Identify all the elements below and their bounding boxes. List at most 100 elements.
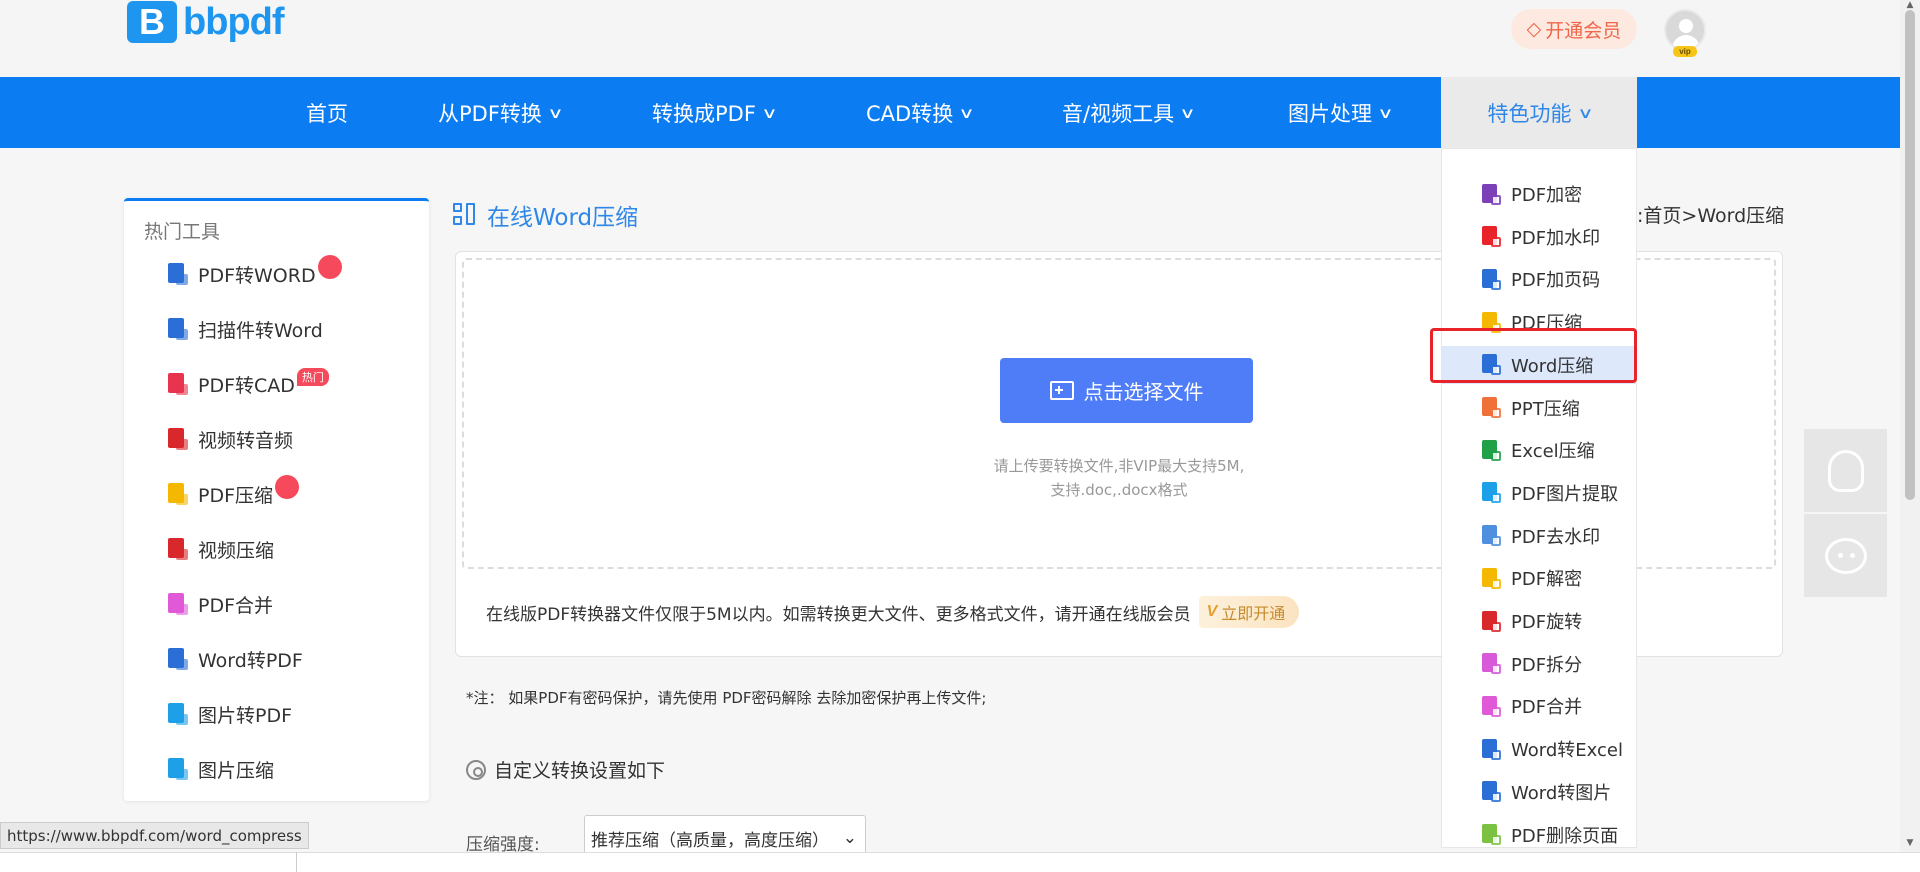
dropdown-item-9[interactable]: PDF解密: [1442, 559, 1636, 597]
file-type-icon: [1482, 610, 1501, 632]
nav-item-2[interactable]: 转换成PDF ∨: [652, 77, 778, 148]
hot-badge: 热门: [296, 368, 329, 386]
fire-icon: [317, 255, 342, 279]
file-type-icon: [1482, 183, 1501, 205]
bottom-strip: [0, 852, 1920, 872]
fire-icon: [275, 475, 300, 499]
settings-header: 自定义转换设置如下: [466, 756, 665, 783]
top-bar: B bbpdf ◇ 开通会员 vip: [0, 0, 1900, 77]
chevron-down-icon: ∨: [1179, 103, 1196, 122]
file-type-icon: [1482, 268, 1501, 290]
dropdown-item-14[interactable]: Word转图片: [1442, 773, 1636, 811]
size-limit-note: 在线版PDF转换器文件仅限于5M以内。如需转换更大文件、更多格式文件，请开通在线…: [486, 596, 1300, 628]
sidebar-item-8[interactable]: 图片转PDF: [168, 699, 292, 729]
open-now-button[interactable]: V 立即开通: [1198, 596, 1300, 628]
file-type-icon: [1482, 525, 1501, 547]
file-type-icon: [1482, 738, 1501, 760]
file-type-icon: [1482, 653, 1501, 675]
dropdown-item-1[interactable]: PDF加水印: [1442, 218, 1636, 256]
sidebar-title: 热门工具: [144, 221, 221, 243]
chevron-down-icon: ∨: [547, 103, 564, 122]
vip-badge: vip: [1673, 46, 1697, 57]
vip-icon: V: [1206, 603, 1218, 620]
gear-icon: [466, 759, 486, 780]
image-to-pdf-icon: [168, 703, 188, 725]
select-file-button[interactable]: 点击选择文件: [1000, 358, 1253, 423]
highlight-box: [1430, 328, 1637, 383]
file-type-icon: [1482, 824, 1501, 845]
sidebar-item-6[interactable]: PDF合并: [168, 589, 273, 619]
status-url: https://www.bbpdf.com/word_compress: [0, 822, 309, 849]
video-to-audio-icon: [168, 428, 188, 450]
chat-contact-button[interactable]: [1804, 514, 1887, 597]
scan-to-word-icon: [168, 318, 188, 340]
nav-item-0[interactable]: 首页: [306, 77, 348, 148]
sidebar-item-7[interactable]: Word转PDF: [168, 644, 303, 674]
folder-upload-icon: [1049, 381, 1074, 400]
dropdown-item-0[interactable]: PDF加密: [1442, 175, 1636, 213]
bottom-divider: [296, 852, 297, 872]
dropdown-item-5[interactable]: PPT压缩: [1442, 389, 1636, 427]
sidebar-item-5[interactable]: 视频压缩: [168, 534, 274, 564]
sidebar-item-3[interactable]: 视频转音频: [168, 424, 293, 454]
logo-text: bbpdf: [183, 0, 285, 43]
pdf-to-cad-icon: [168, 373, 188, 395]
chevron-down-icon: ∨: [761, 103, 778, 122]
video-compress-icon: [168, 538, 188, 560]
file-type-icon: [1482, 226, 1501, 248]
dropdown-item-2[interactable]: PDF加页码: [1442, 260, 1636, 298]
logo-mark: B: [127, 1, 177, 43]
chevron-down-icon: ∨: [1576, 103, 1594, 122]
dropdown-item-13[interactable]: Word转Excel: [1442, 730, 1636, 768]
sidebar-item-2[interactable]: PDF转CAD 热门: [168, 368, 329, 399]
dropdown-item-6[interactable]: Excel压缩: [1442, 431, 1636, 469]
chevron-down-icon: ∨: [1377, 103, 1394, 122]
page-scrollbar[interactable]: ▲ ▼: [1900, 0, 1920, 852]
dropdown-item-10[interactable]: PDF旋转: [1442, 602, 1636, 640]
wechat-icon: [1824, 537, 1867, 574]
diamond-icon: ◇: [1526, 18, 1542, 40]
scroll-thumb[interactable]: [1905, 10, 1915, 500]
sidebar-item-4[interactable]: PDF压缩: [168, 475, 300, 509]
nav-item-1[interactable]: 从PDF转换 ∨: [438, 77, 564, 148]
dropdown-item-12[interactable]: PDF合并: [1442, 687, 1636, 725]
file-type-icon: [1482, 567, 1501, 589]
open-vip-button[interactable]: ◇ 开通会员: [1511, 9, 1637, 49]
scroll-down-arrow[interactable]: ▼: [1904, 838, 1916, 848]
nav-item-3[interactable]: CAD转换 ∨: [866, 77, 975, 148]
dropdown-item-8[interactable]: PDF去水印: [1442, 517, 1636, 555]
site-logo[interactable]: B bbpdf: [127, 0, 285, 44]
nav-item-4[interactable]: 音/视频工具 ∨: [1062, 77, 1196, 148]
nav-item-5[interactable]: 图片处理 ∨: [1288, 77, 1394, 148]
dropdown-item-7[interactable]: PDF图片提取: [1442, 474, 1636, 512]
hot-tools-sidebar: 热门工具 PDF转WORD 扫描件转Word PDF转CAD 热门 视频转音频 PDF压缩…: [124, 198, 429, 801]
dropdown-item-11[interactable]: PDF拆分: [1442, 645, 1636, 683]
grid-icon: [453, 203, 477, 227]
image-compress-icon: [168, 758, 188, 780]
pdf-to-word-icon: [168, 263, 188, 285]
page-title: 在线Word压缩: [453, 198, 638, 232]
file-type-icon: [1482, 439, 1501, 461]
sidebar-item-9[interactable]: 图片压缩: [168, 754, 274, 784]
dropdown-item-15[interactable]: PDF删除页面: [1442, 816, 1636, 848]
scroll-up-arrow[interactable]: ▲: [1904, 0, 1916, 10]
qq-icon: [1827, 449, 1864, 492]
word-to-pdf-icon: [168, 648, 188, 670]
password-note: *注： 如果PDF有密码保护，请先使用 PDF密码解除 去除加密保护再上传文件;: [466, 689, 987, 707]
user-avatar[interactable]: [1664, 9, 1706, 51]
file-type-icon: [1482, 781, 1501, 803]
breadcrumb[interactable]: :首页>Word压缩: [1637, 201, 1784, 228]
file-type-icon: [1482, 397, 1501, 418]
chevron-down-icon: ⌄: [842, 828, 857, 848]
sidebar-item-0[interactable]: PDF转WORD: [168, 255, 342, 289]
file-type-icon: [1482, 695, 1501, 717]
qq-contact-button[interactable]: [1804, 429, 1887, 512]
main-nav: 首页 从PDF转换 ∨ 转换成PDF ∨ CAD转换 ∨ 音/视频工具 ∨ 图片处理 ∨ 特色功能 ∨: [0, 77, 1900, 148]
pdf-merge-icon: [168, 593, 188, 615]
pdf-compress-icon: [168, 483, 188, 505]
nav-item-6[interactable]: 特色功能 ∨: [1441, 77, 1637, 148]
pdf-decrypt-link[interactable]: PDF密码解除: [722, 689, 811, 707]
sidebar-item-1[interactable]: 扫描件转Word: [168, 314, 323, 344]
file-type-icon: [1482, 482, 1501, 504]
featured-functions-dropdown: PDF加密 PDF加水印 PDF加页码 PDF压缩 Word压缩 PPT压缩 Excel压缩…: [1441, 148, 1637, 848]
